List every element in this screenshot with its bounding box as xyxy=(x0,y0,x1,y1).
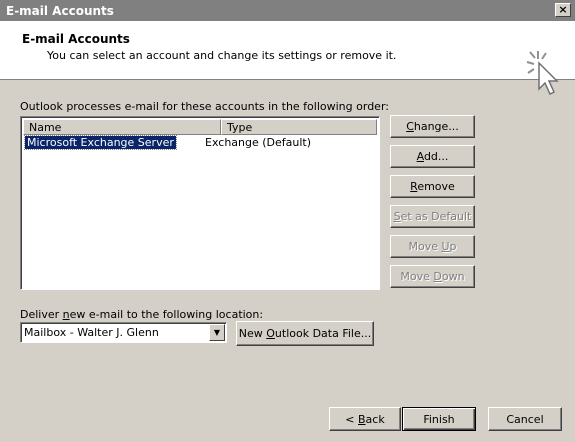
deliver-location-label: Deliver new e-mail to the following loca… xyxy=(20,308,264,321)
close-button[interactable]: × xyxy=(555,3,571,17)
wizard-header: E-mail Accounts You can select an accoun… xyxy=(0,21,575,96)
column-header-name[interactable]: Name xyxy=(23,119,221,135)
new-outlook-data-file-button[interactable]: New Outlook Data File... xyxy=(236,321,374,346)
cursor-sparkle-icon xyxy=(526,51,559,96)
finish-button[interactable]: Finish xyxy=(402,407,476,431)
set-as-default-button[interactable]: Set as Default xyxy=(390,205,475,228)
move-up-button[interactable]: Move Up xyxy=(390,235,475,258)
back-button[interactable]: < Back xyxy=(329,407,401,431)
remove-button[interactable]: Remove xyxy=(390,175,475,198)
header-title: E-mail Accounts xyxy=(22,32,130,46)
chevron-down-icon[interactable]: ▼ xyxy=(209,324,225,341)
change-button[interactable]: Change... xyxy=(390,115,475,138)
close-icon: × xyxy=(558,3,568,16)
accounts-order-label: Outlook processes e-mail for these accou… xyxy=(20,100,389,113)
account-row[interactable]: Microsoft Exchange Server Exchange (Defa… xyxy=(24,135,375,150)
account-type: Exchange (Default) xyxy=(205,136,312,149)
cancel-button[interactable]: Cancel xyxy=(488,407,562,431)
title-bar: E-mail Accounts × xyxy=(0,0,575,21)
add-button[interactable]: Add... xyxy=(390,145,475,168)
column-header-type[interactable]: Type xyxy=(221,119,377,135)
account-name: Microsoft Exchange Server xyxy=(24,135,177,150)
deliver-location-value: Mailbox - Walter J. Glenn xyxy=(24,326,159,339)
window-title: E-mail Accounts xyxy=(6,4,114,18)
move-down-button[interactable]: Move Down xyxy=(390,265,475,288)
deliver-location-select[interactable]: Mailbox - Walter J. Glenn ▼ xyxy=(20,322,227,343)
header-subtitle: You can select an account and change its… xyxy=(47,49,397,62)
accounts-list[interactable]: Name Type Microsoft Exchange Server Exch… xyxy=(20,116,380,290)
